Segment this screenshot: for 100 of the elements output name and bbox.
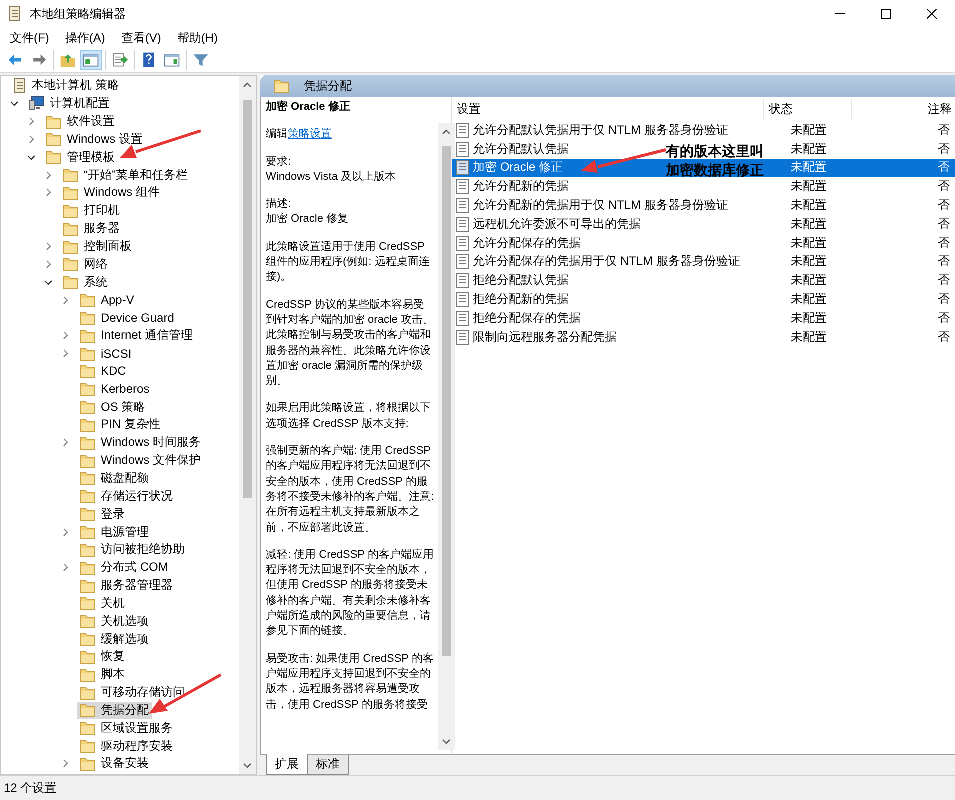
folder-icon (80, 703, 96, 718)
tree-item[interactable]: OS 策略 (77, 398, 149, 416)
tree-item[interactable]: 存储运行状况 (77, 488, 176, 505)
chevron-down-icon[interactable] (26, 152, 36, 162)
scroll-thumb[interactable] (243, 100, 252, 498)
tree-item[interactable]: 脚本 (77, 666, 128, 684)
tree-item[interactable]: 登录 (77, 506, 128, 523)
tree-item[interactable]: 计算机配置 (26, 95, 113, 112)
tree-item[interactable]: 关机选项 (77, 612, 152, 630)
tree-item[interactable]: Device Guard (77, 309, 178, 326)
chevron-right-icon[interactable] (60, 331, 70, 340)
tree-item[interactable]: Windows 文件保护 (77, 452, 204, 470)
tree-item[interactable]: iSCSI (77, 345, 135, 362)
tree-item[interactable]: 服务器 (60, 220, 123, 238)
tree-scrollbar[interactable] (239, 76, 256, 774)
scroll-down-icon[interactable] (243, 762, 252, 768)
tree-item[interactable]: 缓解选项 (77, 630, 152, 648)
tree-item[interactable]: KDC (77, 362, 130, 380)
policy-icon (456, 179, 469, 194)
tree-item[interactable]: 设备安装 (77, 755, 152, 772)
tree-item[interactable]: Windows 设置 (43, 130, 146, 148)
tree-item[interactable]: “开始”菜单和任务栏 (60, 166, 191, 184)
tree-item[interactable]: App-V (77, 292, 138, 309)
chevron-right-icon[interactable] (26, 117, 36, 126)
menu-item[interactable]: 帮助(H) (169, 30, 226, 46)
tree-item[interactable]: 磁盘配额 (77, 470, 152, 487)
chevron-right-icon[interactable] (26, 134, 36, 144)
policy-name[interactable]: 限制向远程服务器分配凭据 (473, 328, 617, 346)
folder-icon (80, 668, 96, 682)
column-header[interactable]: 状态 (769, 100, 793, 118)
close-icon[interactable] (927, 9, 937, 19)
column-header[interactable]: 注释 (928, 100, 952, 118)
policy-settings-link[interactable]: 策略设置 (288, 128, 332, 140)
tree-item[interactable]: 本地计算机 策略 (10, 77, 122, 94)
policy-name[interactable]: 允许分配新的凭据用于仅 NTLM 服务器身份验证 (473, 197, 728, 214)
chevron-down-icon[interactable] (10, 99, 18, 108)
tree-item[interactable]: Windows 组件 (60, 184, 164, 202)
maximize-icon[interactable] (881, 9, 891, 19)
policy-name[interactable]: 允许分配默认凭据 (473, 140, 569, 158)
tree-item[interactable]: 驱动程序安装 (77, 738, 176, 755)
chevron-right-icon[interactable] (44, 242, 52, 252)
folder-icon (80, 525, 96, 540)
description-text: 此策略设置适用于使用 CredSSP 组件的应用程序(例如: 远程桌面连接)。 (266, 240, 430, 284)
tree-item[interactable]: Kerberos (77, 380, 153, 398)
tree-item[interactable]: 电源管理 (77, 524, 152, 541)
folder-icon (274, 79, 290, 93)
folder-icon (80, 542, 96, 557)
policy-name[interactable]: 拒绝分配保存的凭据 (473, 310, 581, 327)
chevron-right-icon[interactable] (60, 438, 70, 448)
section-title: 凭据分配 (304, 78, 352, 94)
tree-item[interactable]: 分布式 COM (77, 559, 172, 576)
policy-icon (456, 122, 469, 138)
tree-item[interactable]: 关机 (77, 594, 128, 612)
tree-item[interactable]: 管理模板 (43, 148, 118, 166)
chevron-right-icon[interactable] (60, 528, 70, 537)
tree-item[interactable]: 区域设置服务 (77, 720, 176, 737)
policy-name[interactable]: 加密 Oracle 修正 (473, 159, 564, 176)
chevron-right-icon[interactable] (44, 188, 52, 198)
column-header[interactable]: 设置 (457, 100, 481, 118)
state-cell-text: 未配置 (790, 178, 828, 196)
chevron-down-icon[interactable] (44, 278, 52, 287)
folder-icon (80, 578, 96, 593)
tree-item[interactable]: 网络 (60, 256, 111, 273)
view-tab[interactable]: 扩展 (266, 754, 308, 775)
tree-item[interactable]: 系统 (60, 274, 111, 291)
policy-name[interactable]: 允许分配保存的凭据 (473, 234, 581, 252)
tree-item[interactable]: 软件设置 (43, 113, 118, 130)
policy-name[interactable]: 允许分配保存的凭据用于仅 NTLM 服务器身份验证 (473, 253, 740, 270)
policy-name[interactable]: 拒绝分配新的凭据 (473, 291, 569, 308)
scroll-down-icon[interactable] (442, 738, 451, 744)
toolbar-button[interactable] (80, 50, 102, 70)
chevron-right-icon[interactable] (44, 260, 52, 269)
tree-item[interactable]: 访问被拒绝协助 (77, 541, 188, 558)
tree-item[interactable]: 打印机 (60, 202, 123, 220)
tree-item[interactable]: 恢复 (77, 648, 128, 666)
policy-name[interactable]: 允许分配新的凭据 (473, 178, 569, 196)
menu-item[interactable]: 查看(V) (113, 30, 170, 46)
policy-name[interactable]: 远程机允许委派不可导出的凭据 (473, 216, 641, 233)
menu-item[interactable]: 操作(A) (57, 30, 114, 46)
chevron-right-icon[interactable] (60, 563, 70, 572)
chevron-right-icon[interactable] (60, 296, 70, 305)
description-text: 如果启用此策略设置，将根据以下选项选择 CredSSP 版本支持: (266, 402, 431, 430)
scroll-up-icon[interactable] (243, 82, 252, 88)
chevron-right-icon[interactable] (44, 170, 52, 180)
policy-name[interactable]: 拒绝分配默认凭据 (473, 272, 569, 290)
tree-item[interactable]: 凭据分配 (77, 702, 152, 719)
scroll-up-icon[interactable] (442, 128, 451, 134)
tree-item[interactable]: Internet 通信管理 (77, 327, 196, 344)
tree-item[interactable]: 服务器管理器 (77, 577, 176, 594)
folder-icon (46, 150, 62, 164)
menu-item[interactable]: 文件(F) (2, 30, 58, 46)
tree-item[interactable]: Windows 时间服务 (77, 434, 204, 452)
tree-item[interactable]: PIN 复杂性 (77, 416, 164, 434)
view-tab[interactable]: 标准 (307, 755, 349, 775)
policy-icon (456, 292, 469, 308)
policy-name[interactable]: 允许分配默认凭据用于仅 NTLM 服务器身份验证 (473, 122, 728, 139)
chevron-right-icon[interactable] (60, 349, 70, 358)
tree-item[interactable]: 控制面板 (60, 238, 135, 256)
scroll-thumb[interactable] (442, 146, 451, 656)
chevron-right-icon[interactable] (60, 759, 70, 768)
